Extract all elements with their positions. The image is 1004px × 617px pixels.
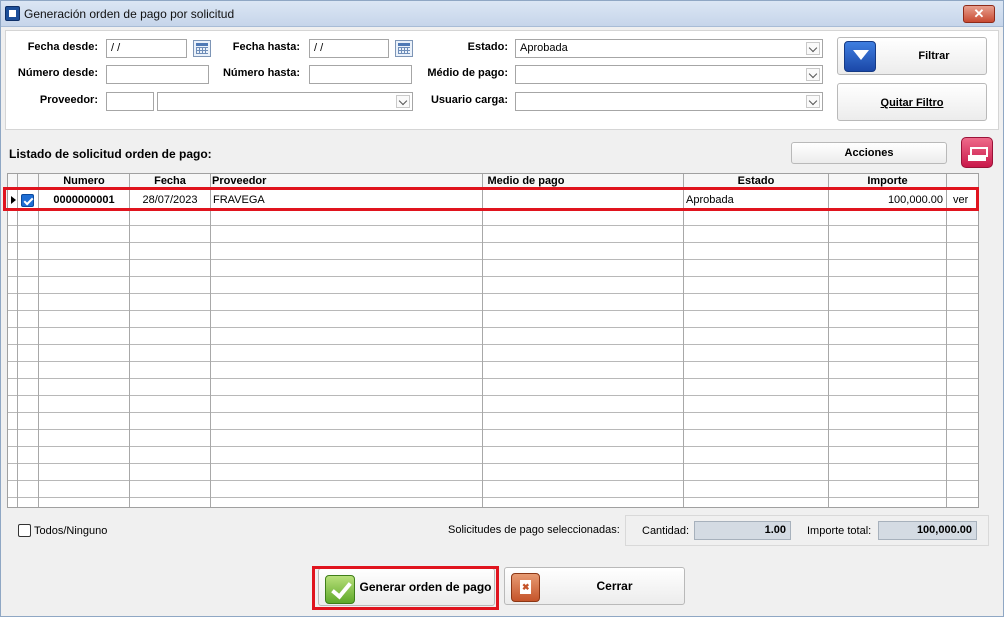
cerrar-button[interactable]: Cerrar <box>504 567 685 605</box>
fecha-desde-label: Fecha desde: <box>27 41 98 53</box>
medio-pago-label: Médio de pago: <box>427 67 508 79</box>
title-bar: Generación orden de pago por solicitud ✕ <box>1 1 1003 27</box>
col-header-fecha[interactable]: Fecha <box>130 175 210 187</box>
numero-hasta-input[interactable] <box>309 65 412 84</box>
fecha-desde-input[interactable]: / / <box>106 39 187 58</box>
medio-pago-select[interactable] <box>515 65 823 84</box>
proveedor-code-input[interactable] <box>106 92 154 111</box>
filter-panel: Fecha desde: / / Fecha hasta: / / Estado… <box>5 30 999 130</box>
chevron-down-icon[interactable] <box>396 95 410 108</box>
fecha-hasta-calendar-icon[interactable] <box>395 40 413 57</box>
usuario-carga-select[interactable] <box>515 92 823 111</box>
col-header-medio-pago[interactable]: Medio de pago <box>483 175 569 187</box>
fecha-hasta-input[interactable]: / / <box>309 39 389 58</box>
numero-desde-label: Número desde: <box>17 67 98 79</box>
funnel-icon <box>844 41 876 72</box>
filtrar-label: Filtrar <box>918 50 950 62</box>
cantidad-value: 1.00 <box>694 521 791 540</box>
quitar-filtro-button[interactable]: Quitar Filtro <box>837 83 987 121</box>
list-title: Listado de solicitud orden de pago: <box>9 147 212 161</box>
col-header-importe[interactable]: Importe <box>829 175 946 187</box>
fecha-desde-calendar-icon[interactable] <box>193 40 211 57</box>
seleccionadas-label: Solicitudes de pago seleccionadas: <box>448 524 620 536</box>
window-title: Generación orden de pago por solicitud <box>24 7 235 21</box>
importe-total-value: 100,000.00 <box>878 521 977 540</box>
numero-hasta-label: Número hasta: <box>222 67 300 79</box>
acciones-button[interactable]: Acciones <box>791 142 947 164</box>
chevron-down-icon[interactable] <box>806 42 820 55</box>
filtrar-button[interactable]: Filtrar <box>837 37 987 75</box>
close-document-icon <box>511 573 540 602</box>
summary-panel: Cantidad: 1.00 Importe total: 100,000.00 <box>625 515 989 546</box>
todos-ninguno-label: Todos/Ninguno <box>34 525 108 537</box>
selected-row-highlight <box>3 187 979 211</box>
col-header-estado[interactable]: Estado <box>684 175 828 187</box>
numero-desde-input[interactable] <box>106 65 209 84</box>
generar-button-highlight <box>312 566 499 610</box>
proveedor-label: Proveedor: <box>39 94 98 106</box>
todos-ninguno-checkbox[interactable] <box>18 524 31 537</box>
usuario-carga-label: Usuario carga: <box>430 94 508 106</box>
fecha-hasta-label: Fecha hasta: <box>232 41 300 53</box>
cerrar-label: Cerrar <box>596 579 633 593</box>
solicitudes-grid: Numero Fecha Proveedor Medio de pago Est… <box>7 173 979 508</box>
app-icon <box>5 6 20 21</box>
chevron-down-icon[interactable] <box>806 95 820 108</box>
estado-select[interactable]: Aprobada <box>515 39 823 58</box>
window-close-button[interactable]: ✕ <box>963 5 995 23</box>
quitar-filtro-label: Quitar Filtro <box>880 97 944 109</box>
cantidad-label: Cantidad: <box>642 525 690 537</box>
col-header-numero[interactable]: Numero <box>39 175 129 187</box>
col-header-proveedor[interactable]: Proveedor <box>212 175 266 187</box>
proveedor-select[interactable] <box>157 92 413 111</box>
chevron-down-icon[interactable] <box>806 68 820 81</box>
estado-label: Estado: <box>467 41 508 53</box>
payment-order-window: Generación orden de pago por solicitud ✕… <box>0 0 1004 617</box>
estado-value: Aprobada <box>520 42 568 54</box>
importe-total-label: Importe total: <box>807 525 872 537</box>
printer-icon[interactable] <box>961 137 993 168</box>
